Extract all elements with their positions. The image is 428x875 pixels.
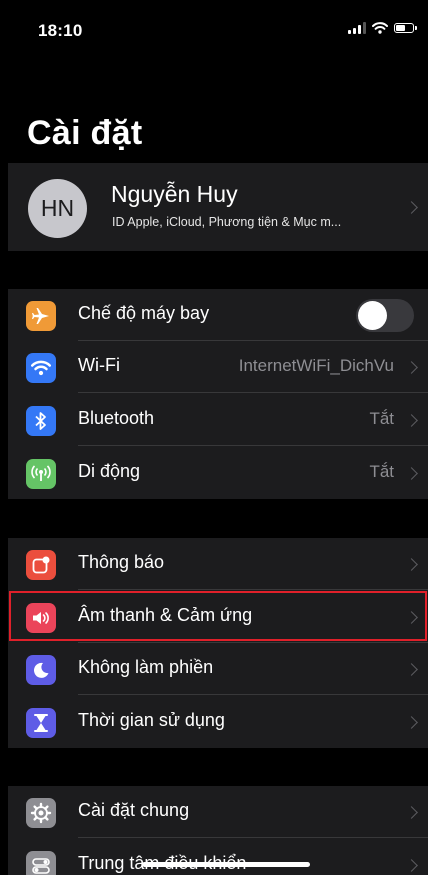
notifications-label: Thông báo [78,552,165,572]
status-icons [348,22,417,34]
cellular-label: Di động [78,461,141,481]
apple-id-row[interactable]: HN Nguyễn Huy ID Apple, iCloud, Phương t… [8,163,428,251]
battery-icon [394,23,417,33]
status-bar: 18:10 [8,0,428,60]
cellular-antenna-icon [26,459,56,489]
chevron-right-icon [405,859,418,872]
page-title: Cài đặt [27,114,143,152]
general-row[interactable]: Cài đặt chung [8,786,428,838]
connectivity-group: Chế độ máy bay Wi-Fi InternetWiFi_DichVu… [8,289,428,499]
notifications-group: Thông báo Âm thanh & Cảm ứng Không làm p… [8,538,428,748]
chevron-right-icon [405,361,418,374]
signal-icon [348,22,366,34]
wifi-icon [26,353,56,383]
wifi-network-value: InternetWiFi_DichVu [238,356,394,375]
profile-subtitle: ID Apple, iCloud, Phương tiện & Mục m... [112,215,342,229]
screen-time-label: Thời gian sử dụng [78,710,225,730]
screen-time-row[interactable]: Thời gian sử dụng [8,696,428,748]
bluetooth-value: Tắt [369,409,394,428]
chevron-right-icon [405,414,418,427]
bluetooth-row[interactable]: Bluetooth Tắt [8,394,428,446]
hourglass-icon [26,708,56,738]
status-time: 18:10 [38,21,83,40]
chevron-right-icon [405,201,418,214]
wifi-label: Wi-Fi [78,355,120,375]
chevron-right-icon [405,558,418,571]
airplane-mode-toggle[interactable] [356,299,414,332]
bluetooth-label: Bluetooth [78,408,155,428]
airplane-icon [26,301,56,331]
avatar: HN [28,179,87,238]
chevron-right-icon [405,806,418,819]
notification-badge-icon [26,550,56,580]
cellular-row[interactable]: Di động Tắt [8,447,428,499]
wifi-icon [372,22,388,34]
wifi-row[interactable]: Wi-Fi InternetWiFi_DichVu [8,341,428,393]
do-not-disturb-label: Không làm phiền [78,657,214,677]
notifications-row[interactable]: Thông báo [8,538,428,590]
toggles-icon [26,851,56,875]
home-indicator[interactable] [142,862,310,867]
control-center-row[interactable]: Trung tâm điều khiển [8,839,428,875]
general-label: Cài đặt chung [78,800,190,820]
airplane-mode-label: Chế độ máy bay [78,303,210,323]
chevron-right-icon [405,663,418,676]
do-not-disturb-row[interactable]: Không làm phiền [8,643,428,695]
bluetooth-icon [26,406,56,436]
moon-icon [26,655,56,685]
chevron-right-icon [405,716,418,729]
settings-screen: 18:10 Cài đặt HN Nguyễn Huy ID Apple, iC… [8,0,428,875]
chevron-right-icon [405,467,418,480]
cellular-value: Tắt [369,462,394,481]
airplane-mode-row: Chế độ máy bay [8,289,428,341]
highlight-box [9,591,427,641]
gear-icon [26,798,56,828]
profile-name: Nguyễn Huy [111,181,238,207]
